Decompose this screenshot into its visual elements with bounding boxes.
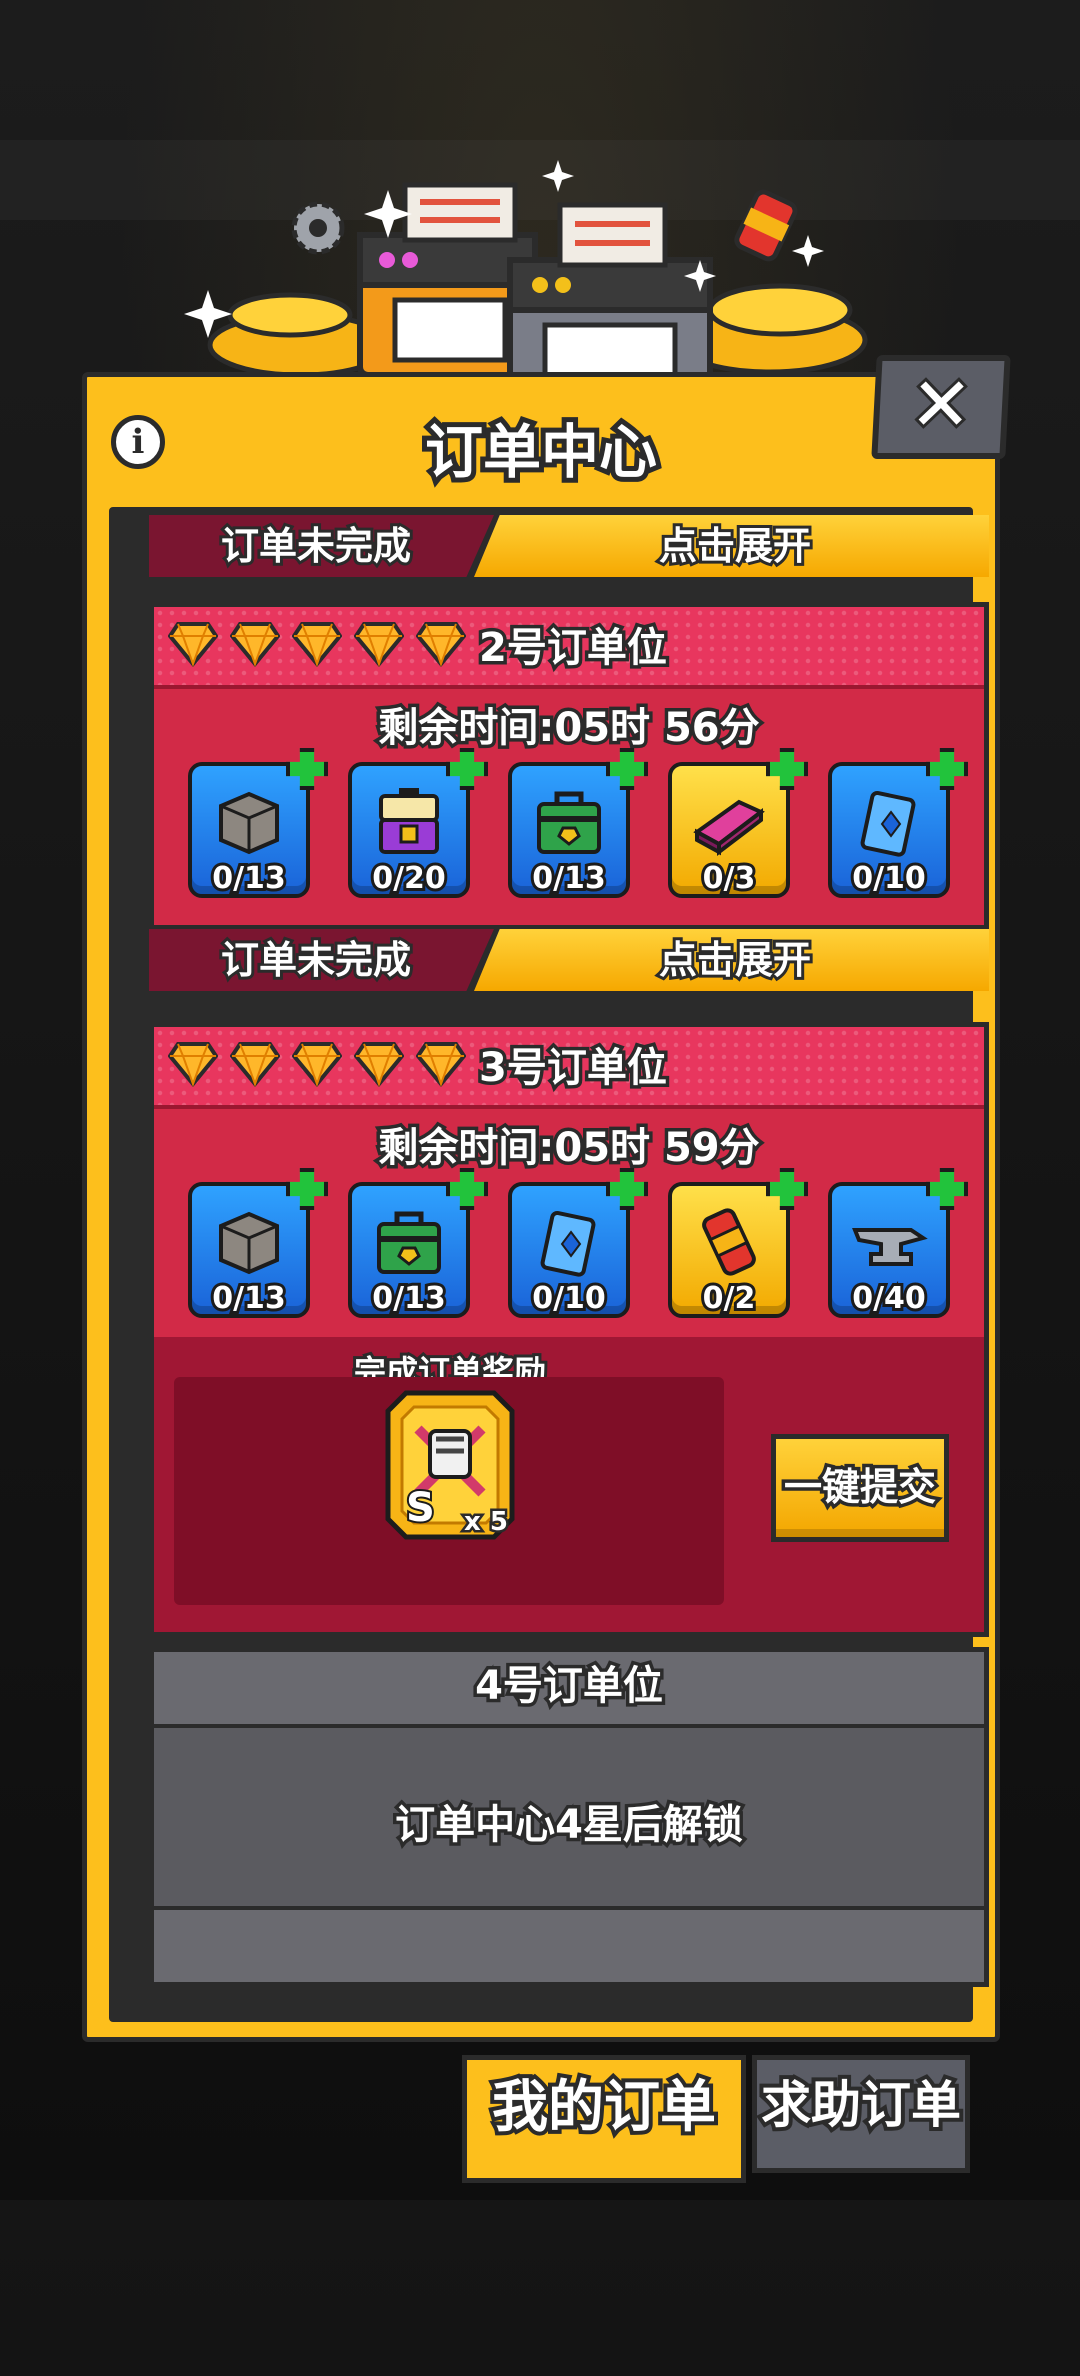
gem-icon [230,1042,280,1087]
anvil-icon [852,1228,928,1266]
stone-block-icon [219,1211,279,1275]
close-button[interactable]: ✕ [871,355,1011,459]
order-item[interactable]: 0/20 [348,748,488,899]
close-icon: ✕ [905,359,978,451]
remaining-time: 剩余时间:05时 59分 [375,1122,763,1175]
svg-text:S: S [406,1485,435,1531]
gem-icon [416,622,466,667]
blue-card-icon [860,790,916,857]
order-item[interactable]: 0/13 [188,1168,328,1319]
expand-button[interactable]: 点击展开 [656,515,814,577]
order-item[interactable]: 0/2 [668,1168,808,1319]
dialog-title: 订单中心 [420,413,662,491]
green-toolbox-icon [537,791,601,854]
order-card-header: 2号订单位 [154,607,984,689]
pink-ingot-icon [693,799,765,857]
blue-card-icon [540,1210,596,1277]
item-count: 0/20 [369,858,449,899]
order-item[interactable]: 0/3 [668,748,808,899]
stone-block-icon [219,791,279,855]
background-bottom-nav [0,2200,1080,2376]
printer-gray-icon [507,202,713,393]
locked-order-slot-4: 4号订单位 订单中心4星后解锁 [149,1647,989,1987]
order-slot-title: 3号订单位 [476,1042,671,1095]
gem-icon [416,1042,466,1087]
item-count: 0/13 [529,858,609,899]
order-center-dialog: i 订单中心 订单未完成 点击展开 2号订单位 剩余时间:05时 56分 0/1… [82,372,1000,2042]
locked-slot-title: 4号订单位 [472,1660,667,1713]
order-item[interactable]: 0/10 [828,748,968,899]
order-card-slot-2: 2号订单位 剩余时间:05时 56分 0/13 0/20 0/13 0/3 0/… [149,602,989,930]
red-canister-deco-icon [734,189,798,262]
order-items: 0/13 0/20 0/13 0/3 0/10 [188,748,968,899]
order-item[interactable]: 0/13 [188,748,328,899]
gem-icon [354,622,404,667]
order-items: 0/13 0/13 0/10 0/2 0/40 [188,1168,968,1319]
gem-icon [168,1042,218,1087]
order-slot-title: 2号订单位 [476,622,671,675]
order-card-header: 3号订单位 [154,1027,984,1109]
expand-button[interactable]: 点击展开 [656,929,814,991]
red-canister-icon [702,1208,756,1276]
item-count: 0/10 [529,1278,609,1319]
order-incomplete-label: 订单未完成 [218,521,414,571]
item-count: 0/13 [369,1278,449,1319]
unlock-requirement: 订单中心4星后解锁 [392,1799,747,1852]
order-item[interactable]: 0/13 [348,1168,488,1319]
remaining-time: 剩余时间:05时 56分 [375,702,763,755]
item-count: 0/13 [209,1278,289,1319]
item-count: 0/13 [209,858,289,899]
gem-icon [292,1042,342,1087]
gem-icon [354,1042,404,1087]
reward-quantity: x 5 [462,1505,511,1540]
item-count: 0/40 [849,1278,929,1319]
order-incomplete-label: 订单未完成 [218,935,414,985]
gem-icon [168,622,218,667]
purple-chest-icon [379,788,439,854]
order-card-slot-3: 3号订单位 剩余时间:05时 59分 0/13 0/13 0/10 0/2 0/… [149,1022,989,1637]
tab-my-orders[interactable]: 我的订单 [462,2055,746,2183]
star-rating [168,1041,466,1087]
order-item[interactable]: 0/10 [508,1168,648,1319]
green-toolbox-icon [377,1211,441,1274]
star-rating [168,621,466,667]
order-item[interactable]: 0/13 [508,748,648,899]
collapsed-order-bar[interactable]: 订单未完成 点击展开 [149,929,989,991]
item-count: 0/10 [849,858,929,899]
one-click-submit-button[interactable]: 一键提交 [771,1434,949,1542]
order-item[interactable]: 0/40 [828,1168,968,1319]
order-list[interactable]: 订单未完成 点击展开 2号订单位 剩余时间:05时 56分 0/13 0/20 … [109,507,989,2022]
gem-icon [292,622,342,667]
reward-section: 完成订单奖励 S x 5 一键提交 [154,1337,984,1632]
gem-icon [230,622,280,667]
tab-help-orders[interactable]: 求助订单 [752,2055,970,2173]
gear-icon [291,201,345,255]
item-count: 0/2 [700,1278,759,1319]
item-count: 0/3 [700,858,759,899]
collapsed-order-bar[interactable]: 订单未完成 点击展开 [149,515,989,577]
